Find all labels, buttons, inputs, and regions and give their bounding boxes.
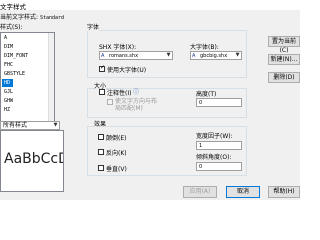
list-item[interactable]: GHW <box>4 97 13 105</box>
oblique-angle-input[interactable]: 0 <box>196 162 242 171</box>
list-item[interactable]: DIM_FONT <box>4 52 28 60</box>
list-item[interactable]: GJL <box>4 88 13 96</box>
preview-box: AaBbCcD_ <box>0 130 64 192</box>
oblique-angle-label: 倾斜角度(O): <box>196 154 232 161</box>
title-bar: 文字样式 <box>0 0 300 11</box>
list-item[interactable]: DIM <box>4 43 13 51</box>
annotative-checkbox[interactable] <box>99 89 105 95</box>
current-style-line: 当前文字样式: Standard <box>0 12 64 21</box>
chevron-down-icon: ▼ <box>235 52 240 58</box>
vertical-label: 垂直(V) <box>106 166 127 173</box>
info-icon: ⓘ <box>133 89 140 96</box>
list-item-selected[interactable]: HD <box>2 79 13 87</box>
big-font-select[interactable]: A gbcbig.shx ▼ <box>190 51 242 60</box>
effects-group-label: 效果 <box>94 119 107 128</box>
backwards-checkbox[interactable] <box>98 149 104 155</box>
shx-font-label: SHX 字体(X): <box>99 44 137 51</box>
use-big-font-checkbox[interactable] <box>99 64 105 72</box>
new-style-button[interactable]: 新建(N)... <box>268 54 300 65</box>
chevron-down-icon: ▼ <box>166 52 171 58</box>
current-style-label: 当前文字样式: <box>0 14 39 21</box>
use-big-font-label: 使用大字体(U) <box>107 67 147 74</box>
list-scrollbar[interactable] <box>48 33 54 121</box>
upside-down-checkbox[interactable] <box>98 134 104 140</box>
big-font-value: gbcbig.shx <box>200 53 228 59</box>
apply-button[interactable]: 应用(A) <box>183 186 217 198</box>
current-style-value: Standard <box>39 15 65 21</box>
list-item[interactable]: HZ <box>4 106 10 114</box>
styles-list[interactable]: A DIM DIM_FONT FHC GBSTYLE HD GJL GHW HZ <box>0 32 55 122</box>
styles-label: 样式(S): <box>0 24 23 31</box>
text-style-dialog: 文字样式 当前文字样式: Standard 样式(S): A DIM DIM_F… <box>0 0 300 200</box>
shx-font-value: romans.shx <box>109 53 139 59</box>
list-item[interactable]: A <box>4 34 7 42</box>
window-title: 文字样式 <box>0 3 26 11</box>
match-orientation-checkbox[interactable] <box>107 99 113 105</box>
list-item[interactable]: GBSTYLE <box>4 70 25 78</box>
cancel-button[interactable]: 取消 <box>226 186 260 198</box>
style-filter-value: 所有样式 <box>3 122 28 129</box>
chevron-down-icon: ▼ <box>53 122 58 128</box>
backwards-label: 反向(K) <box>106 150 127 157</box>
font-group-label: 字体 <box>87 22 100 31</box>
font-icon: A <box>101 53 105 59</box>
list-item[interactable]: FHC <box>4 61 13 69</box>
set-current-button[interactable]: 置为当前(C) <box>268 36 300 54</box>
delete-style-button[interactable]: 删除(D) <box>268 72 300 83</box>
preview-text: AaBbCcD_ <box>4 151 63 167</box>
annotative-label: 注释性(I) <box>107 90 132 97</box>
help-button[interactable]: 帮助(H) <box>268 186 300 198</box>
width-factor-input[interactable]: 1 <box>196 141 242 150</box>
match-orientation-label: 使文字方向与布局匹配(M) <box>115 98 158 112</box>
vertical-checkbox[interactable] <box>98 165 104 171</box>
height-label: 高度(T) <box>196 91 217 98</box>
big-font-label: 大字体(B): <box>190 44 219 51</box>
font-icon: A <box>192 53 196 59</box>
shx-font-select[interactable]: A romans.shx ▼ <box>99 51 173 60</box>
width-factor-label: 宽度因子(W): <box>196 133 233 140</box>
style-filter-select[interactable]: 所有样式 ▼ <box>0 121 60 130</box>
upside-down-label: 颠倒(E) <box>106 135 127 142</box>
height-input[interactable]: 0 <box>196 98 242 107</box>
